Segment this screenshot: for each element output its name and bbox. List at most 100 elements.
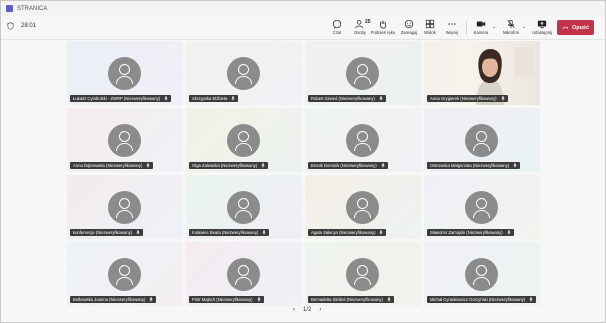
avatar xyxy=(346,124,379,157)
people-icon xyxy=(355,20,363,29)
page-navigation: ‹ 1/2 › xyxy=(289,307,325,313)
participant-name-label: Anna Grygierek (Niezweryfikowany) xyxy=(427,95,508,102)
avatar xyxy=(465,258,498,291)
meeting-timer: 28:01 xyxy=(7,22,36,30)
timer-text: 28:01 xyxy=(21,23,37,29)
ellipsis-icon xyxy=(448,23,456,25)
camera-button[interactable]: Kamera xyxy=(468,17,494,38)
mic-muted-icon xyxy=(379,96,383,101)
participant-name: Agata Sałacyn (Niezweryfikowany) xyxy=(311,230,376,235)
avatar xyxy=(465,191,498,224)
participant-name-label: Ostrowska Małgorzata (Niezweryfikowany) xyxy=(427,162,521,169)
share-button[interactable]: Udostępnij xyxy=(529,17,555,38)
participant-tile[interactable]: Agata Sałacyn (Niezweryfikowany) xyxy=(305,175,421,239)
participant-name: Bronik Dominik (Niezweryfikowany) xyxy=(311,163,377,168)
more-label: Więcej xyxy=(445,30,459,35)
mic-muted-icon xyxy=(380,163,385,168)
raise-hand-label: Podnieś rękę xyxy=(370,30,396,35)
camera-label: Kamera xyxy=(473,30,489,35)
mic-muted-icon xyxy=(164,96,168,101)
shield-icon xyxy=(7,22,14,30)
participant-name-label: Skrzypska Elżbieta xyxy=(189,95,239,102)
mic-muted-icon xyxy=(256,297,261,302)
participant-name: Kulawiec Beata (Niezweryfikowany) xyxy=(192,230,259,235)
share-label: Udostępnij xyxy=(532,30,552,35)
hang-up-icon xyxy=(562,26,569,29)
mic-muted-icon xyxy=(387,297,391,302)
participant-name-label: Sławomir Zamojski (Niezweryfikowany) xyxy=(427,229,514,236)
smiley-icon xyxy=(404,19,414,29)
participant-tile[interactable]: Kulawiec Beata (Niezweryfikowany) xyxy=(186,175,302,239)
participant-name: Robert Szwed (Niezweryfikowany) xyxy=(311,96,375,101)
participant-name: Bolkowska Joanna (Niezweryfikowany) xyxy=(73,297,146,302)
title-bar: STRANICA xyxy=(1,1,605,16)
participant-tile[interactable]: Bernadetta Skóbel (Niezweryfikowany) xyxy=(305,242,421,306)
participant-name-label: Anna Dąbrowska (Niezweryfikowany) xyxy=(70,162,154,169)
participant-name-label: Olga Zalewska (Niezweryfikowany) xyxy=(189,162,269,169)
people-label: Osoby xyxy=(353,30,367,35)
mic-options-chevron-icon[interactable]: ⌄ xyxy=(522,24,526,30)
participant-tile[interactable]: Michał Cyrankiewicz Gorzyński (Niezweryf… xyxy=(424,242,540,306)
avatar xyxy=(108,57,141,90)
chat-icon xyxy=(332,19,342,29)
participant-name-label: Agata Sałacyn (Niezweryfikowany) xyxy=(308,229,387,236)
participant-tile[interactable]: Olga Zalewska (Niezweryfikowany) xyxy=(186,108,302,172)
participant-tile[interactable]: konferencje (Niezweryfikowany) xyxy=(67,175,183,239)
participant-name-label: Robert Szwed (Niezweryfikowany) xyxy=(308,95,386,102)
meeting-window: STRANICA 28:01 Czat 25 Osoby Podnieś ręk… xyxy=(0,0,606,323)
participant-name-label: Kulawiec Beata (Niezweryfikowany) xyxy=(189,229,270,236)
participant-name: Ostrowska Małgorzata (Niezweryfikowany) xyxy=(430,163,510,168)
participant-tile[interactable]: Robert Szwed (Niezweryfikowany) xyxy=(305,41,421,105)
camera-icon xyxy=(476,21,486,27)
mic-muted-icon xyxy=(146,163,151,168)
participant-name: Michał Cyrankiewicz Gorzyński (Niezweryf… xyxy=(430,297,526,302)
participant-name-label: Michał Cyrankiewicz Gorzyński (Niezweryf… xyxy=(427,296,537,303)
prev-page-button[interactable]: ‹ xyxy=(293,307,295,313)
mic-muted-icon xyxy=(500,96,505,101)
avatar xyxy=(108,191,141,224)
mic-muted-icon xyxy=(506,230,511,235)
participant-name-label: Łukasz Cymbulski - ZWRP (Niezweryfikowan… xyxy=(70,95,172,102)
mic-muted-icon xyxy=(529,297,533,302)
participant-tile[interactable]: Bronik Dominik (Niezweryfikowany) xyxy=(305,108,421,172)
mic-button[interactable]: Mikrofon xyxy=(498,17,524,38)
leave-button[interactable]: Opuść xyxy=(557,20,594,35)
participant-name-label: konferencje (Niezweryfikowany) xyxy=(70,229,144,236)
mic-muted-icon xyxy=(507,19,515,29)
next-page-button[interactable]: › xyxy=(319,307,321,313)
mic-muted-icon xyxy=(231,96,236,101)
participant-tile[interactable]: Piotr Majsch (Niezweryfikowany) xyxy=(186,242,302,306)
participant-tile[interactable]: Ostrowska Małgorzata (Niezweryfikowany) xyxy=(424,108,540,172)
participant-tile[interactable]: Anna Grygierek (Niezweryfikowany) xyxy=(424,41,540,105)
mic-muted-icon xyxy=(262,230,267,235)
avatar xyxy=(108,124,141,157)
participant-tile[interactable]: Sławomir Zamojski (Niezweryfikowany) xyxy=(424,175,540,239)
camera-options-chevron-icon[interactable]: ⌄ xyxy=(492,24,496,30)
avatar xyxy=(227,57,260,90)
participant-name: Anna Dąbrowska (Niezweryfikowany) xyxy=(73,163,143,168)
teams-app-icon xyxy=(6,5,13,12)
participant-name: Sławomir Zamojski (Niezweryfikowany) xyxy=(430,230,503,235)
avatar xyxy=(346,258,379,291)
participant-name: Bernadetta Skóbel (Niezweryfikowany) xyxy=(311,297,383,302)
avatar xyxy=(465,124,498,157)
participant-name-label: Piotr Majsch (Niezweryfikowany) xyxy=(189,296,264,303)
participant-name: Anna Grygierek (Niezweryfikowany) xyxy=(430,96,497,101)
meeting-toolbar: 28:01 Czat 25 Osoby Podnieś rękę Zareagu… xyxy=(1,16,605,40)
participant-name: Piotr Majsch (Niezweryfikowany) xyxy=(192,297,253,302)
avatar xyxy=(346,191,379,224)
participant-tile[interactable]: Anna Dąbrowska (Niezweryfikowany) xyxy=(67,108,183,172)
share-screen-icon xyxy=(537,20,547,29)
hand-icon xyxy=(380,20,387,29)
mic-label: Mikrofon xyxy=(502,30,520,35)
page-indicator: 1/2 xyxy=(303,307,312,313)
chat-label: Czat xyxy=(332,30,342,35)
participant-tile[interactable]: Łukasz Cymbulski - ZWRP (Niezweryfikowan… xyxy=(67,41,183,105)
mic-muted-icon xyxy=(261,163,265,168)
participant-tile[interactable]: Skrzypska Elżbieta xyxy=(186,41,302,105)
raise-hand-button[interactable]: Podnieś rękę xyxy=(370,17,396,38)
participant-name: Łukasz Cymbulski - ZWRP (Niezweryfikowan… xyxy=(73,96,161,101)
participant-tile[interactable]: Bolkowska Joanna (Niezweryfikowany) xyxy=(67,242,183,306)
more-button[interactable]: Więcej xyxy=(439,17,465,38)
avatar xyxy=(346,57,379,90)
